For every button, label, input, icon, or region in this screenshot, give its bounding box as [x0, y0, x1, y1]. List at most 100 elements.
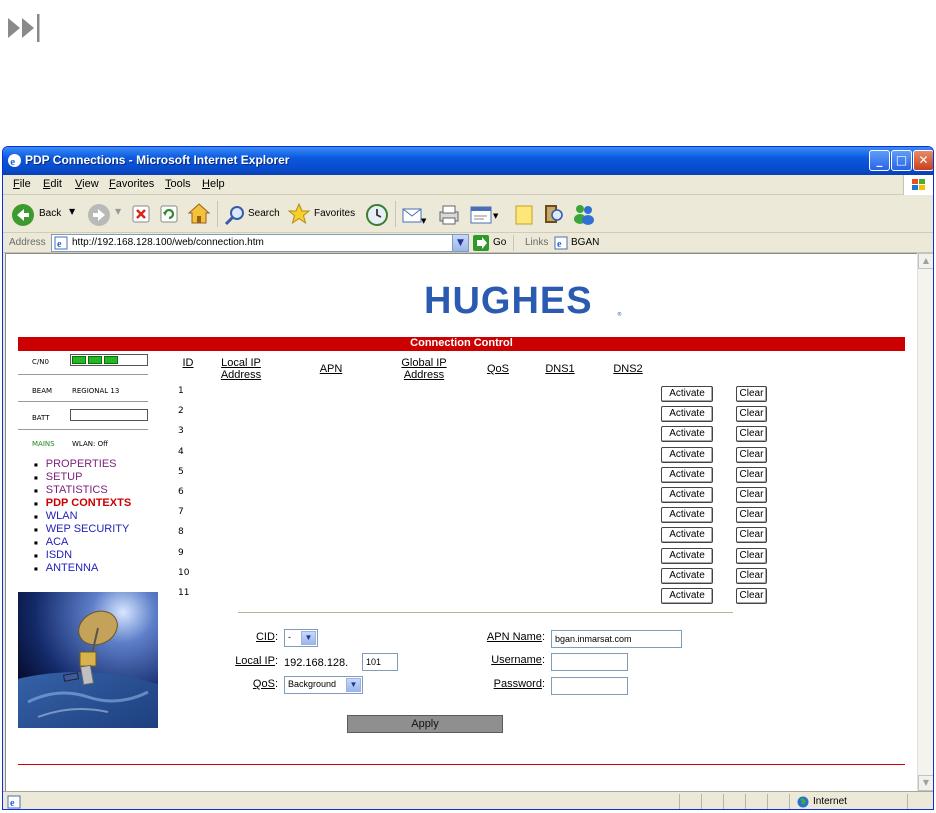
- sidebar-item-wlan[interactable]: ■ WLAN: [34, 510, 78, 522]
- header-qos: QoS: [486, 363, 509, 375]
- cid-select[interactable]: - ▼: [284, 629, 318, 647]
- sidebar-item-label[interactable]: STATISTICS: [46, 484, 108, 496]
- stop-icon[interactable]: [131, 204, 151, 224]
- sidebar-item-label[interactable]: PDP CONTEXTS: [46, 497, 131, 509]
- activate-button[interactable]: Activate: [661, 386, 713, 402]
- favorites-label[interactable]: Favorites: [314, 208, 355, 219]
- home-icon[interactable]: [187, 202, 211, 226]
- local-ip-suffix-input[interactable]: 101: [362, 653, 398, 671]
- clear-button[interactable]: Clear: [736, 446, 767, 463]
- sidebar-item-aca[interactable]: ■ ACA: [34, 536, 68, 548]
- username-input[interactable]: [551, 653, 628, 671]
- clear-button[interactable]: Clear: [736, 547, 767, 564]
- history-icon[interactable]: [365, 203, 389, 227]
- sidebar-item-label[interactable]: WEP SECURITY: [46, 523, 130, 535]
- apn-name-input[interactable]: bgan.inmarsat.com: [551, 630, 682, 648]
- activate-button[interactable]: Activate: [661, 466, 713, 483]
- sidebar-item-isdn[interactable]: ■ ISDN: [34, 549, 72, 561]
- qos-select[interactable]: Background ▼: [284, 676, 363, 694]
- activate-button[interactable]: Activate: [661, 527, 713, 544]
- search-label[interactable]: Search: [248, 208, 280, 219]
- sidebar-item-label[interactable]: ACA: [46, 536, 69, 548]
- sidebar-item-label[interactable]: ISDN: [46, 549, 72, 561]
- sidebar-item-antenna[interactable]: ■ ANTENNA: [34, 562, 98, 574]
- password-input[interactable]: [551, 677, 628, 695]
- minimize-button[interactable]: _: [869, 150, 890, 171]
- close-button[interactable]: ✕: [913, 150, 933, 171]
- sidebar-item-wep-security[interactable]: ■ WEP SECURITY: [34, 523, 129, 535]
- clear-button[interactable]: Clear: [736, 487, 767, 503]
- windows-flag-icon: [912, 179, 925, 190]
- go-arrow-icon[interactable]: [473, 235, 489, 251]
- sidebar-item-label[interactable]: PROPERTIES: [46, 458, 117, 470]
- scroll-down-icon[interactable]: ▼: [918, 775, 933, 791]
- sidebar-item-setup[interactable]: ■ SETUP: [34, 471, 82, 483]
- messenger-icon[interactable]: [571, 202, 597, 226]
- apply-button[interactable]: Apply: [347, 715, 503, 733]
- activate-button[interactable]: Activate: [661, 406, 713, 423]
- cid-dropdown-icon[interactable]: ▼: [301, 631, 316, 645]
- favorites-star-icon[interactable]: [287, 202, 311, 226]
- discuss-note-icon[interactable]: [513, 203, 535, 227]
- vertical-scrollbar[interactable]: ▲ ▼: [917, 253, 933, 791]
- activate-button[interactable]: Activate: [661, 547, 713, 564]
- search-icon[interactable]: [223, 203, 247, 227]
- clear-button[interactable]: Clear: [736, 406, 767, 423]
- back-arrow-icon[interactable]: [11, 203, 35, 227]
- address-dropdown-icon[interactable]: ▼: [452, 235, 468, 251]
- sidebar-item-label[interactable]: SETUP: [46, 471, 83, 483]
- refresh-icon[interactable]: [159, 204, 179, 224]
- clear-button[interactable]: Clear: [736, 527, 767, 544]
- clear-button[interactable]: Clear: [736, 588, 767, 604]
- activate-button[interactable]: Activate: [661, 588, 713, 604]
- bgan-link[interactable]: BGAN: [571, 237, 599, 248]
- skip-forward-icon[interactable]: [6, 12, 52, 44]
- forward-dropdown-icon[interactable]: ▼: [115, 207, 121, 216]
- row-id: 11: [178, 588, 190, 598]
- edit-page-icon[interactable]: ▼: [469, 203, 499, 227]
- table-divider: [238, 612, 733, 613]
- back-label[interactable]: Back: [39, 208, 61, 219]
- back-dropdown-icon[interactable]: ▼: [69, 207, 75, 216]
- activate-button[interactable]: Activate: [661, 446, 713, 463]
- go-label[interactable]: Go: [493, 237, 506, 248]
- bgan-link-icon[interactable]: e: [554, 236, 568, 250]
- menu-view[interactable]: View: [75, 178, 99, 190]
- clear-button[interactable]: Clear: [736, 466, 767, 483]
- status-separator: [767, 794, 768, 809]
- activate-button[interactable]: Activate: [661, 487, 713, 503]
- row-id: 7: [178, 507, 184, 518]
- activate-button[interactable]: Activate: [661, 507, 713, 524]
- print-icon[interactable]: [437, 203, 461, 227]
- maximize-button[interactable]: □: [891, 150, 912, 171]
- sidebar-item-label[interactable]: WLAN: [46, 510, 78, 522]
- activate-button[interactable]: Activate: [661, 426, 713, 443]
- forward-arrow-icon[interactable]: [87, 203, 111, 227]
- bullet-icon: ■: [34, 513, 38, 519]
- row-id: 5: [178, 466, 184, 477]
- scroll-up-icon[interactable]: ▲: [918, 253, 933, 269]
- menu-file[interactable]: File: [13, 178, 31, 190]
- wlan-status: WLAN: Off: [72, 440, 108, 448]
- local-ip-prefix: 192.168.128.: [284, 657, 349, 669]
- sidebar-item-pdp-contexts[interactable]: ■ PDP CONTEXTS: [34, 497, 131, 509]
- menu-help[interactable]: Help: [202, 178, 225, 190]
- sidebar-item-properties[interactable]: ■ PROPERTIES: [34, 458, 117, 470]
- menu-favorites[interactable]: Favorites: [109, 178, 154, 190]
- research-icon[interactable]: [541, 202, 565, 226]
- clear-button[interactable]: Clear: [736, 386, 767, 402]
- activate-button[interactable]: Activate: [661, 567, 713, 584]
- address-input[interactable]: e http://192.168.128.100/web/connection.…: [51, 234, 469, 252]
- qos-dropdown-icon[interactable]: ▼: [346, 678, 361, 692]
- menu-edit[interactable]: Edit: [43, 178, 62, 190]
- menu-tools[interactable]: Tools: [165, 178, 191, 190]
- clear-button[interactable]: Clear: [736, 507, 767, 524]
- sidebar-item-label[interactable]: ANTENNA: [46, 562, 99, 574]
- mail-icon[interactable]: ▼: [401, 203, 427, 227]
- local-ip-label: Local IP:: [235, 655, 278, 667]
- clear-button[interactable]: Clear: [736, 567, 767, 584]
- clear-button[interactable]: Clear: [736, 426, 767, 443]
- cn0-meter-segment: [104, 356, 118, 364]
- sidebar-item-statistics[interactable]: ■ STATISTICS: [34, 484, 108, 496]
- links-label: Links: [525, 237, 549, 248]
